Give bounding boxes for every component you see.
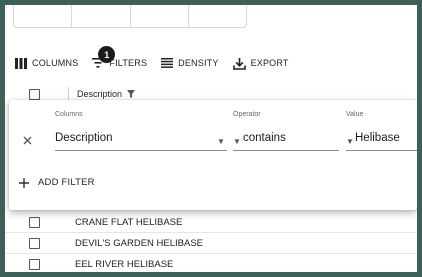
chevron-down-icon: ▼ [233, 137, 241, 146]
value-input-text: Helibase [355, 132, 400, 144]
density-label: DENSITY [178, 58, 219, 68]
table-row[interactable]: DEVIL'S GARDEN HELIBASE [5, 233, 417, 254]
row-description: EEL RIVER HELIBASE [75, 258, 174, 270]
column-header-label: Description [77, 89, 123, 99]
density-button[interactable]: DENSITY [161, 58, 218, 68]
density-icon [161, 58, 174, 68]
row-checkbox[interactable] [29, 237, 40, 249]
row-checkbox[interactable] [29, 258, 40, 270]
top-tab[interactable] [131, 5, 189, 27]
filters-button[interactable]: 1 FILTERS [92, 46, 148, 68]
filter-panel: Columns Operator Value Description ▼ ▼ c… [9, 100, 417, 210]
top-tab-strip [13, 5, 247, 28]
value-field-label: Value [346, 111, 364, 118]
select-all-checkbox[interactable] [29, 88, 40, 100]
export-button[interactable]: EXPORT [232, 57, 289, 70]
filters-label: FILTERS [109, 58, 148, 68]
data-grid-window: COLUMNS 1 FILTERS DENSITY EXPORT Descrip… [0, 0, 422, 277]
top-tab[interactable] [72, 5, 131, 27]
row-description: CRANE FLAT HELIBASE [75, 216, 183, 228]
grid-toolbar: COLUMNS 1 FILTERS DENSITY EXPORT [15, 46, 289, 75]
add-filter-button[interactable]: ADD FILTER [19, 177, 95, 188]
columns-label: COLUMNS [32, 58, 79, 68]
operator-select-underline [233, 150, 339, 151]
columns-select-value: Description [55, 132, 113, 144]
plus-icon [19, 177, 29, 188]
chevron-down-icon: ▼ [346, 137, 354, 146]
export-label: EXPORT [250, 58, 289, 68]
operator-select-value: contains [243, 132, 286, 144]
value-input-underline [346, 150, 417, 151]
add-filter-label: ADD FILTER [38, 177, 95, 188]
top-tab[interactable] [189, 5, 246, 27]
columns-field-label: Columns [55, 111, 83, 118]
row-checkbox[interactable] [29, 216, 40, 228]
download-icon [232, 57, 246, 70]
remove-filter-icon[interactable] [23, 136, 32, 145]
filter-icon [127, 90, 136, 98]
row-description: DEVIL'S GARDEN HELIBASE [75, 237, 203, 249]
table-row[interactable]: EEL RIVER HELIBASE [5, 254, 417, 272]
columns-icon [15, 57, 27, 69]
chevron-down-icon: ▼ [217, 137, 225, 146]
top-tab[interactable] [14, 5, 73, 27]
operator-field-label: Operator [233, 111, 261, 118]
columns-select-underline [55, 150, 227, 151]
column-header-description[interactable]: Description [68, 87, 136, 101]
table-row[interactable]: CRANE FLAT HELIBASE [5, 212, 417, 233]
columns-button[interactable]: COLUMNS [15, 57, 79, 69]
